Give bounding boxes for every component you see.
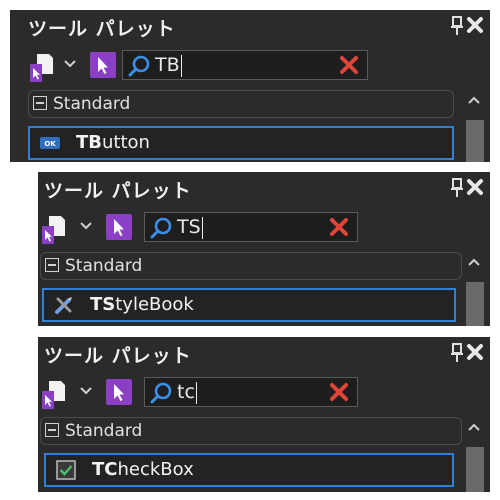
- chevron-down-icon[interactable]: [78, 220, 94, 232]
- close-icon[interactable]: [466, 177, 484, 197]
- palette-toolbar: TS: [38, 208, 490, 248]
- category-label: Standard: [53, 94, 131, 114]
- cursor-button[interactable]: [106, 379, 132, 405]
- checkbox-component-icon: [56, 460, 76, 480]
- scrollbar-thumb[interactable]: [466, 447, 484, 492]
- search-field[interactable]: TB: [122, 50, 368, 80]
- scrollbar[interactable]: [462, 252, 486, 326]
- search-field[interactable]: tc: [144, 377, 358, 407]
- palette-item-tcheckbox[interactable]: TCheckBox: [44, 453, 454, 487]
- title-bar: ツール パレット: [38, 337, 490, 371]
- category-label: Standard: [65, 421, 143, 441]
- category-label: Standard: [65, 256, 143, 276]
- scrollbar[interactable]: [462, 417, 486, 492]
- palette-item-label: TCheckBox: [92, 459, 194, 480]
- panel-title: ツール パレット: [44, 345, 192, 367]
- scrollbar[interactable]: [462, 90, 486, 162]
- scroll-up-icon[interactable]: [466, 94, 482, 106]
- clear-search-icon[interactable]: [329, 382, 349, 402]
- panel-title: ツール パレット: [28, 18, 176, 40]
- search-input[interactable]: TS: [177, 215, 203, 239]
- cursor-button[interactable]: [106, 214, 132, 240]
- close-icon[interactable]: [466, 342, 484, 362]
- tool-palette-panel: ツール パレット tc Standard TCheckBox: [38, 337, 490, 492]
- components-icon[interactable]: [40, 379, 66, 411]
- components-icon[interactable]: [28, 52, 54, 84]
- chevron-down-icon[interactable]: [78, 385, 94, 397]
- close-icon[interactable]: [466, 15, 484, 35]
- pin-icon[interactable]: [450, 178, 464, 198]
- pin-icon[interactable]: [450, 16, 464, 36]
- clear-search-icon[interactable]: [329, 217, 349, 237]
- scrollbar-thumb[interactable]: [466, 282, 484, 326]
- palette-item-label: TButton: [76, 132, 150, 153]
- collapse-icon[interactable]: [45, 258, 59, 272]
- button-icon-text: OK: [44, 140, 56, 148]
- cursor-arrow-icon: [98, 57, 108, 74]
- collapse-icon[interactable]: [33, 96, 47, 110]
- title-bar: ツール パレット: [10, 10, 490, 44]
- tool-palette-panel: ツール パレット TB Standard OK TButton: [10, 10, 490, 162]
- components-icon[interactable]: [40, 214, 66, 246]
- button-component-icon: OK: [40, 137, 60, 149]
- tool-palette-panel: ツール パレット TS Standard TStyleBook: [38, 172, 490, 326]
- palette-item-tbutton[interactable]: OK TButton: [28, 126, 454, 160]
- category-header-standard[interactable]: Standard: [40, 252, 462, 280]
- scroll-up-icon[interactable]: [466, 256, 482, 268]
- search-input[interactable]: TB: [155, 53, 182, 77]
- search-icon: [128, 55, 150, 77]
- search-field[interactable]: TS: [144, 212, 358, 242]
- scrollbar-thumb[interactable]: [466, 120, 484, 162]
- search-input[interactable]: tc: [177, 380, 197, 404]
- search-icon: [150, 217, 172, 239]
- cursor-button[interactable]: [90, 52, 116, 78]
- collapse-icon[interactable]: [45, 423, 59, 437]
- palette-item-label: TStyleBook: [90, 294, 194, 315]
- category-header-standard[interactable]: Standard: [40, 417, 462, 445]
- clear-search-icon[interactable]: [339, 55, 359, 75]
- cursor-arrow-icon: [114, 384, 124, 401]
- search-icon: [150, 382, 172, 404]
- palette-item-tstylebook[interactable]: TStyleBook: [42, 288, 456, 322]
- palette-toolbar: TB: [10, 46, 490, 86]
- scroll-up-icon[interactable]: [466, 421, 482, 433]
- title-bar: ツール パレット: [38, 172, 490, 206]
- cursor-arrow-icon: [114, 219, 124, 236]
- palette-toolbar: tc: [38, 373, 490, 413]
- pin-icon[interactable]: [450, 343, 464, 363]
- stylebook-component-icon: [55, 297, 72, 314]
- panel-title: ツール パレット: [44, 180, 192, 202]
- chevron-down-icon[interactable]: [62, 58, 78, 70]
- category-header-standard[interactable]: Standard: [28, 90, 454, 118]
